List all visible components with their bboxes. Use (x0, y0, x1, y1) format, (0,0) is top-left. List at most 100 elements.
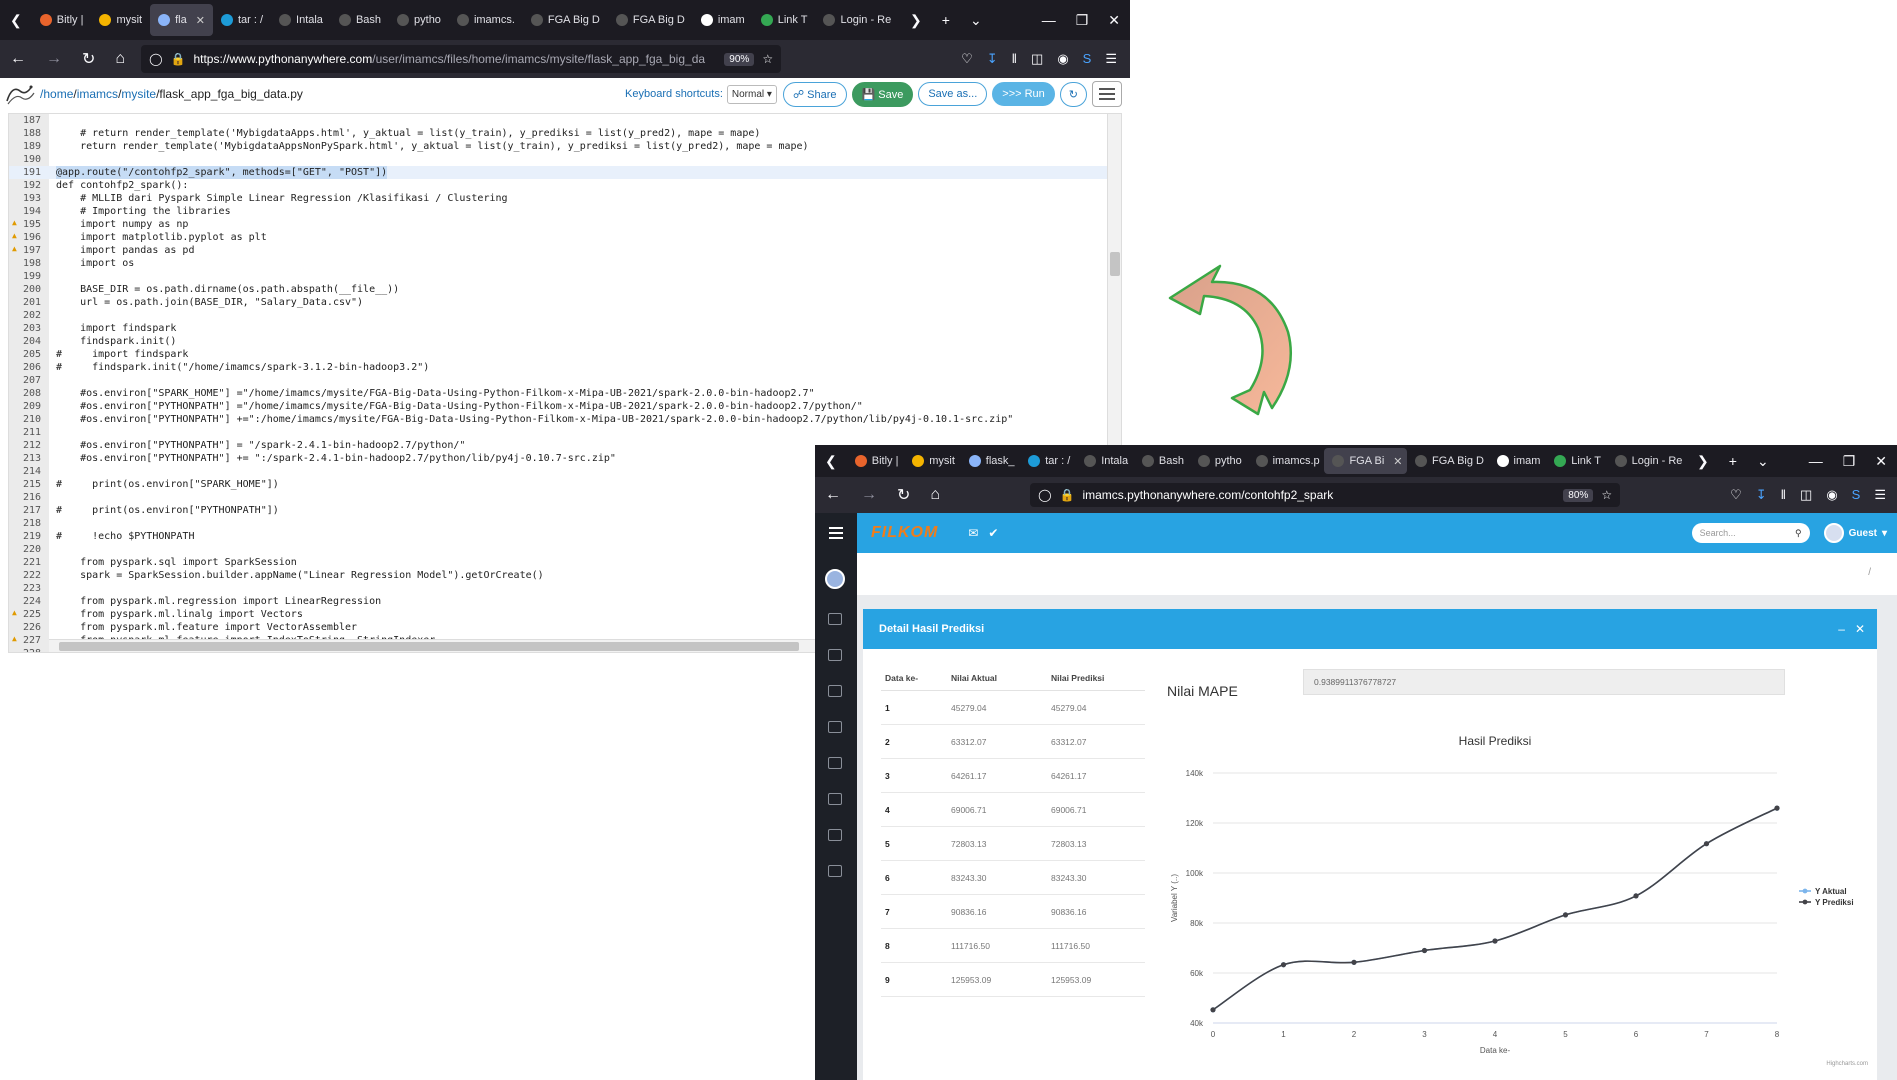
sidebar-item-3-icon[interactable] (828, 685, 842, 697)
code-line[interactable]: 201 url = os.path.join(BASE_DIR, "Salary… (9, 296, 1121, 309)
reload-icon[interactable]: ↻ (72, 49, 105, 69)
result_window-tab-12[interactable]: Login - Re (1607, 445, 1687, 477)
editor_window-tab-3[interactable]: tar : / (213, 0, 271, 40)
warning-icon[interactable]: ▲ (12, 245, 20, 253)
sidebar-avatar[interactable] (825, 569, 845, 589)
save-as-button[interactable]: Save as... (918, 82, 988, 106)
home-icon[interactable]: ⌂ (920, 486, 950, 504)
downloads-icon[interactable]: ↧ (980, 51, 1005, 67)
sidebar-item-2-icon[interactable] (828, 649, 842, 661)
back-icon[interactable]: ← (0, 50, 36, 68)
sidebar-item-1-icon[interactable] (828, 613, 842, 625)
result_window-tab-2[interactable]: flask_ (961, 445, 1020, 477)
editor_window-tab-6[interactable]: pytho (389, 0, 449, 40)
result_window-tab-5[interactable]: Bash (1134, 445, 1190, 477)
code-line[interactable]: 194 # Importing the libraries (9, 205, 1121, 218)
editor_window-tab-12[interactable]: Login - Re (815, 0, 899, 40)
warning-icon[interactable]: ▲ (12, 635, 20, 643)
tab-scroll-right-icon[interactable]: ❯ (900, 12, 932, 29)
url-bar-2[interactable]: ◯ 🔒 imamcs.pythonanywhere.com/contohfp2_… (1030, 483, 1621, 507)
result_window-tab-8[interactable]: FGA Bi ✕ (1324, 448, 1408, 474)
back-icon[interactable]: ← (815, 486, 851, 504)
close-window-icon[interactable]: ✕ (1098, 12, 1130, 29)
extension-icon[interactable]: ◉ (1819, 487, 1844, 503)
code-line[interactable]: 188 # return render_template('MybigdataA… (9, 127, 1121, 140)
close-tab-icon[interactable]: ✕ (1393, 455, 1402, 468)
result_window-tab-11[interactable]: Link T (1546, 445, 1606, 477)
save-button[interactable]: 💾 Save (851, 81, 914, 107)
collapse-icon[interactable]: – (1838, 622, 1845, 636)
code-line[interactable]: 193 # MLLIB dari Pyspark Simple Linear R… (9, 192, 1121, 205)
breadcrumb-home[interactable]: home (43, 87, 73, 101)
new-tab-icon[interactable]: + (932, 12, 960, 28)
sidebar-item-8-icon[interactable] (828, 865, 842, 877)
sidebar-item-7-icon[interactable] (828, 829, 842, 841)
zoom-level[interactable]: 80% (1563, 488, 1594, 502)
forward-icon[interactable]: → (36, 50, 72, 68)
search-icon[interactable]: ⚲ (1795, 528, 1802, 539)
hamburger-menu-icon[interactable] (815, 513, 857, 553)
code-line[interactable]: ▲ 195 import numpy as np (9, 218, 1121, 231)
code-line[interactable]: 203 import findspark (9, 322, 1121, 335)
sidebar-icon[interactable]: ◫ (1024, 51, 1050, 67)
share-button[interactable]: ☍ Share (782, 81, 847, 107)
result_window-tab-0[interactable]: Bitly | (847, 445, 905, 477)
code-line[interactable]: 211 (9, 426, 1121, 439)
downloads-icon[interactable]: ↧ (1749, 487, 1774, 503)
keyboard-shortcuts-label[interactable]: Keyboard shortcuts: (625, 88, 723, 100)
run-button[interactable]: >>> Run (992, 82, 1055, 106)
warning-icon[interactable]: ▲ (12, 232, 20, 240)
editor_window-tab-10[interactable]: imam (693, 0, 753, 40)
pocket-icon[interactable]: ♡ (1723, 487, 1749, 503)
code-line[interactable]: 202 (9, 309, 1121, 322)
editor_window-tab-4[interactable]: Intala (271, 0, 331, 40)
code-line[interactable]: 209 #os.environ["PYTHONPATH"] ="/home/im… (9, 400, 1121, 413)
home-icon[interactable]: ⌂ (105, 50, 135, 68)
bookmark-star-icon[interactable]: ☆ (762, 52, 773, 66)
code-line[interactable]: 199 (9, 270, 1121, 283)
new-tab-icon[interactable]: + (1719, 453, 1747, 469)
library-icon[interactable]: ‖ (1005, 51, 1024, 67)
code-line[interactable]: 192 def contohfp2_spark(): (9, 179, 1121, 192)
close-tab-icon[interactable]: ✕ (196, 14, 205, 27)
editor_window-tab-1[interactable]: mysit (91, 0, 150, 40)
code-line[interactable]: 206 # findspark.init("/home/imamcs/spark-… (9, 361, 1121, 374)
envelope-icon[interactable]: ✉ (968, 526, 978, 540)
editor_window-tab-11[interactable]: Link T (753, 0, 816, 40)
code-line[interactable]: 205 # import findspark (9, 348, 1121, 361)
tab-scroll-left-icon[interactable]: ❮ (815, 453, 847, 470)
minimize-icon[interactable]: — (1799, 453, 1833, 469)
tab-scroll-right-icon[interactable]: ❯ (1687, 453, 1719, 470)
forward-icon[interactable]: → (851, 486, 887, 504)
menu-icon[interactable]: ☰ (1098, 51, 1124, 67)
code-line[interactable]: 208 #os.environ["SPARK_HOME"] ="/home/im… (9, 387, 1121, 400)
tab-list-icon[interactable]: ⌄ (1747, 453, 1779, 470)
bookmark-star-icon[interactable]: ☆ (1601, 488, 1612, 502)
editor_window-tab-0[interactable]: Bitly | (32, 0, 92, 40)
warning-icon[interactable]: ▲ (12, 219, 20, 227)
result_window-tab-9[interactable]: FGA Big D (1407, 445, 1489, 477)
code-line[interactable]: 191 @app.route("/contohfp2_spark", method… (9, 166, 1121, 179)
code-line[interactable]: 207 (9, 374, 1121, 387)
warning-icon[interactable]: ▲ (12, 609, 20, 617)
result_window-tab-6[interactable]: pytho (1190, 445, 1248, 477)
sidebar-item-6-icon[interactable] (828, 793, 842, 805)
code-line[interactable]: ▲ 197 import pandas as pd (9, 244, 1121, 257)
editor-menu-button[interactable] (1092, 81, 1122, 107)
code-line[interactable]: 187 (9, 114, 1121, 127)
tab-scroll-left-icon[interactable]: ❮ (0, 12, 32, 29)
code-line[interactable]: 210 #os.environ["PYTHONPATH"] +=":/home/… (9, 413, 1121, 426)
user-menu[interactable]: Guest ▾ (1823, 523, 1887, 543)
extension-s-icon[interactable]: S (1845, 487, 1868, 503)
sidebar-icon[interactable]: ◫ (1793, 487, 1819, 503)
editor_window-tab-9[interactable]: FGA Big D (608, 0, 693, 40)
keyboard-mode-select[interactable]: Normal ▾ (726, 84, 777, 104)
code-line[interactable]: 189 return render_template('MybigdataApp… (9, 140, 1121, 153)
extension-s-icon[interactable]: S (1076, 51, 1099, 67)
extension-icon[interactable]: ◉ (1050, 51, 1075, 67)
menu-icon[interactable]: ☰ (1867, 487, 1893, 503)
result_window-tab-1[interactable]: mysit (904, 445, 961, 477)
check-circle-icon[interactable]: ✔ (988, 526, 998, 540)
restore-icon[interactable]: ❐ (1066, 12, 1099, 29)
reload-icon[interactable]: ↻ (887, 485, 920, 505)
